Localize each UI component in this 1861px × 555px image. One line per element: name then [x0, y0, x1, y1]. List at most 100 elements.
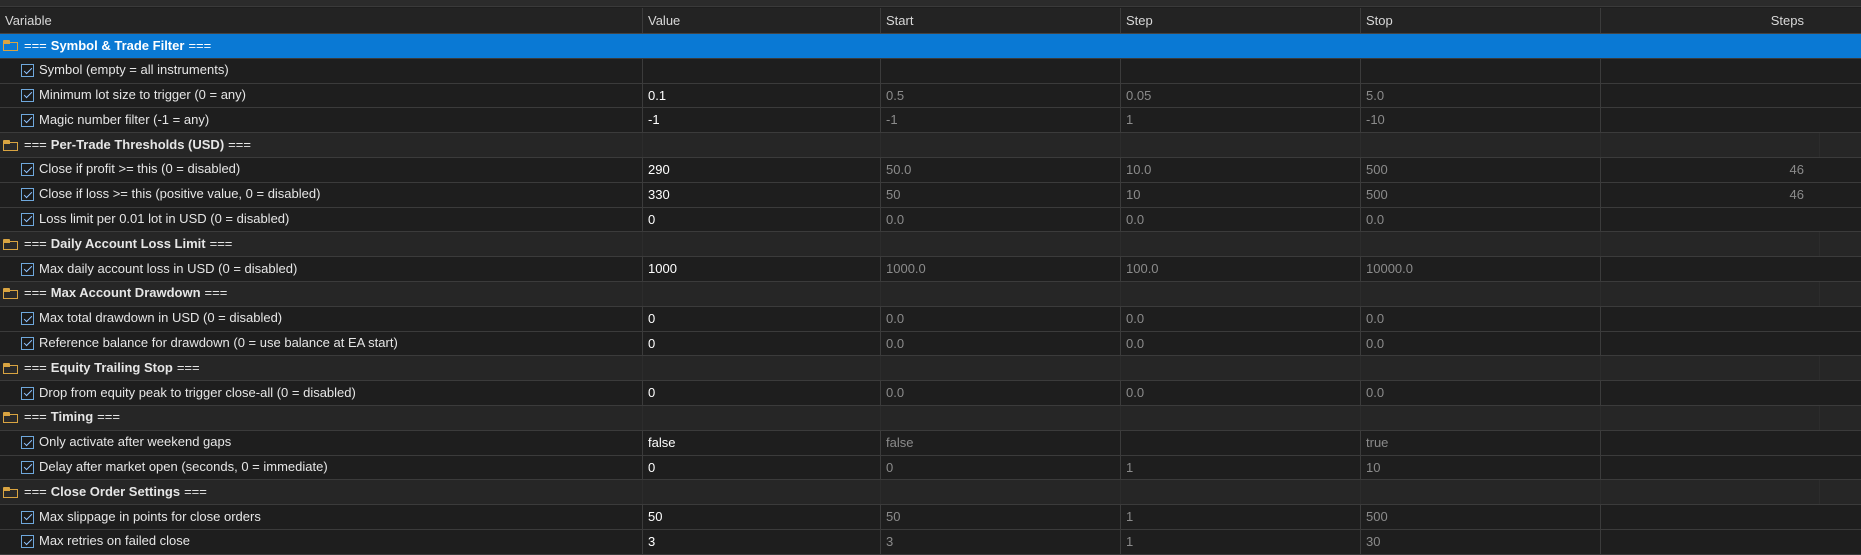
- column-header-step[interactable]: Step: [1121, 8, 1361, 33]
- param-row[interactable]: Minimum lot size to trigger (0 = any) 0.1…: [0, 83, 1861, 109]
- step-cell[interactable]: 0.0: [1121, 381, 1361, 405]
- optimize-checkbox[interactable]: [21, 535, 34, 549]
- value-cell[interactable]: 0: [643, 306, 881, 331]
- start-cell[interactable]: 50.0: [881, 157, 1121, 182]
- optimize-checkbox[interactable]: [21, 460, 34, 474]
- stop-cell[interactable]: -10: [1361, 108, 1601, 133]
- stop-cell[interactable]: 0.0: [1361, 381, 1601, 405]
- value-cell[interactable]: 1000: [643, 257, 881, 281]
- step-cell[interactable]: 1: [1121, 529, 1361, 554]
- stop-cell[interactable]: 0.0: [1361, 207, 1601, 232]
- start-cell[interactable]: 1000.0: [881, 257, 1121, 281]
- value-cell[interactable]: 0: [643, 331, 881, 356]
- value-cell[interactable]: [643, 58, 881, 83]
- column-header-variable[interactable]: Variable: [0, 8, 643, 33]
- start-cell[interactable]: 0.0: [881, 381, 1121, 405]
- value-cell[interactable]: -1: [643, 108, 881, 133]
- optimize-checkbox[interactable]: [21, 262, 34, 276]
- start-cell[interactable]: 3: [881, 529, 1121, 554]
- group-row[interactable]: === Max Account Drawdown ===: [0, 281, 1861, 307]
- optimize-checkbox[interactable]: [21, 88, 34, 102]
- step-cell[interactable]: [1121, 430, 1361, 455]
- optimize-checkbox[interactable]: [21, 312, 34, 326]
- param-row[interactable]: Reference balance for drawdown (0 = use …: [0, 331, 1861, 357]
- param-row[interactable]: Close if profit >= this (0 = disabled) 29…: [0, 157, 1861, 183]
- start-cell[interactable]: 0.0: [881, 207, 1121, 232]
- group-cell[interactable]: === Close Order Settings ===: [0, 480, 643, 505]
- stop-cell[interactable]: 500: [1361, 505, 1601, 529]
- param-row[interactable]: Close if loss >= this (positive value, 0…: [0, 182, 1861, 208]
- group-cell[interactable]: === Max Account Drawdown ===: [0, 281, 643, 306]
- start-cell[interactable]: 0.0: [881, 331, 1121, 356]
- start-cell[interactable]: -1: [881, 108, 1121, 133]
- step-cell[interactable]: 1: [1121, 505, 1361, 529]
- stop-cell[interactable]: 10: [1361, 455, 1601, 480]
- stop-cell[interactable]: 0.0: [1361, 306, 1601, 331]
- value-cell[interactable]: 330: [643, 182, 881, 207]
- optimize-checkbox[interactable]: [21, 386, 34, 400]
- stop-cell[interactable]: 0.0: [1361, 331, 1601, 356]
- group-row[interactable]: === Equity Trailing Stop ===: [0, 356, 1861, 382]
- start-cell[interactable]: false: [881, 430, 1121, 455]
- value-cell[interactable]: 290: [643, 157, 881, 182]
- stop-cell[interactable]: 5.0: [1361, 83, 1601, 108]
- column-header-steps[interactable]: Steps: [1601, 8, 1820, 33]
- group-row[interactable]: === Close Order Settings ===: [0, 480, 1861, 506]
- step-cell[interactable]: 0.0: [1121, 306, 1361, 331]
- step-cell[interactable]: 0.0: [1121, 207, 1361, 232]
- group-cell[interactable]: === Daily Account Loss Limit ===: [0, 232, 643, 257]
- value-cell[interactable]: 3: [643, 529, 881, 554]
- step-cell[interactable]: 100.0: [1121, 257, 1361, 281]
- group-row[interactable]: === Timing ===: [0, 405, 1861, 431]
- param-row[interactable]: Delay after market open (seconds, 0 = im…: [0, 455, 1861, 481]
- step-cell[interactable]: 1: [1121, 455, 1361, 480]
- stop-cell[interactable]: true: [1361, 430, 1601, 455]
- step-cell[interactable]: 10.0: [1121, 157, 1361, 182]
- column-header-value[interactable]: Value: [643, 8, 881, 33]
- step-cell[interactable]: 1: [1121, 108, 1361, 133]
- param-row[interactable]: Max slippage in points for close orders 5…: [0, 505, 1861, 530]
- value-cell[interactable]: 50: [643, 505, 881, 529]
- step-cell[interactable]: 0.0: [1121, 331, 1361, 356]
- group-cell[interactable]: === Equity Trailing Stop ===: [0, 356, 643, 381]
- optimize-checkbox[interactable]: [21, 64, 34, 78]
- start-cell[interactable]: 50: [881, 505, 1121, 529]
- optimize-checkbox[interactable]: [21, 212, 34, 226]
- param-row[interactable]: Max retries on failed close 3 3 1 30: [0, 529, 1861, 555]
- start-cell[interactable]: 0.0: [881, 306, 1121, 331]
- group-cell[interactable]: === Symbol & Trade Filter ===: [0, 34, 643, 58]
- stop-cell[interactable]: 10000.0: [1361, 257, 1601, 281]
- stop-cell[interactable]: 30: [1361, 529, 1601, 554]
- param-row[interactable]: Symbol (empty = all instruments): [0, 58, 1861, 84]
- step-cell[interactable]: 0.05: [1121, 83, 1361, 108]
- group-cell[interactable]: === Per-Trade Thresholds (USD) ===: [0, 133, 643, 157]
- group-row[interactable]: === Symbol & Trade Filter ===: [0, 34, 1861, 59]
- param-row[interactable]: Loss limit per 0.01 lot in USD (0 = disa…: [0, 207, 1861, 233]
- param-row[interactable]: Max total drawdown in USD (0 = disabled)…: [0, 306, 1861, 332]
- group-row[interactable]: === Daily Account Loss Limit ===: [0, 232, 1861, 258]
- optimize-checkbox[interactable]: [21, 510, 34, 524]
- value-cell[interactable]: 0: [643, 381, 881, 405]
- start-cell[interactable]: 50: [881, 182, 1121, 207]
- param-row[interactable]: Max daily account loss in USD (0 = disab…: [0, 257, 1861, 282]
- optimize-checkbox[interactable]: [21, 436, 34, 450]
- optimize-checkbox[interactable]: [21, 113, 34, 127]
- column-header-start[interactable]: Start: [881, 8, 1121, 33]
- group-cell[interactable]: === Timing ===: [0, 405, 643, 430]
- optimize-checkbox[interactable]: [21, 336, 34, 350]
- column-header-stop[interactable]: Stop: [1361, 8, 1601, 33]
- start-cell[interactable]: 0.5: [881, 83, 1121, 108]
- step-cell[interactable]: [1121, 58, 1361, 83]
- stop-cell[interactable]: [1361, 58, 1601, 83]
- start-cell[interactable]: 0: [881, 455, 1121, 480]
- param-row[interactable]: Only activate after weekend gaps false fal…: [0, 430, 1861, 456]
- optimize-checkbox[interactable]: [21, 188, 34, 202]
- param-row[interactable]: Magic number filter (-1 = any) -1 -1 1 -10: [0, 108, 1861, 134]
- stop-cell[interactable]: 500: [1361, 157, 1601, 182]
- value-cell[interactable]: 0: [643, 455, 881, 480]
- param-row[interactable]: Drop from equity peak to trigger close-a…: [0, 381, 1861, 406]
- group-row[interactable]: === Per-Trade Thresholds (USD) ===: [0, 133, 1861, 158]
- stop-cell[interactable]: 500: [1361, 182, 1601, 207]
- value-cell[interactable]: 0.1: [643, 83, 881, 108]
- step-cell[interactable]: 10: [1121, 182, 1361, 207]
